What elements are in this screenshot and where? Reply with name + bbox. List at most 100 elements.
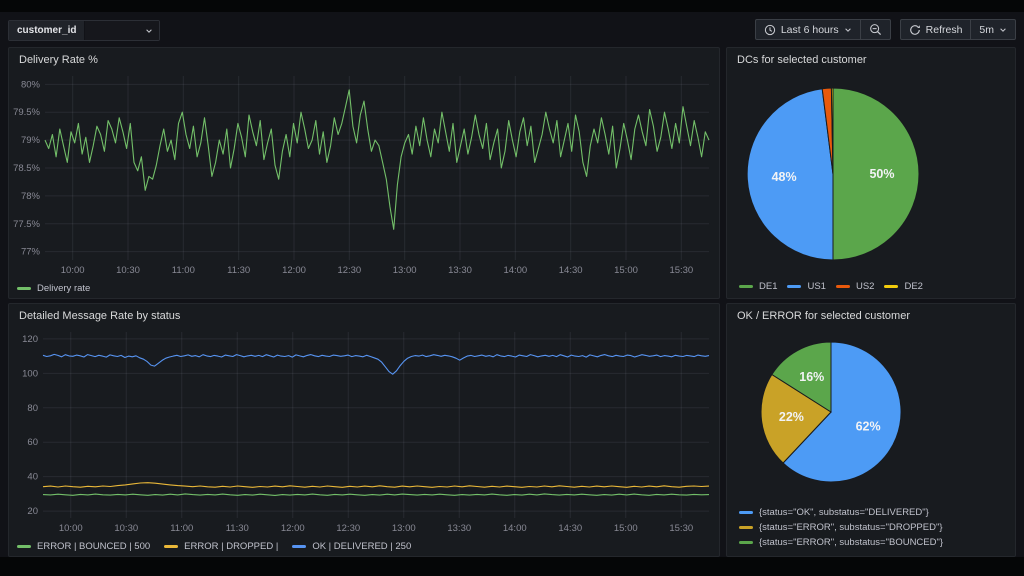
legend-label: US2	[856, 281, 874, 292]
chevron-down-icon	[145, 27, 153, 35]
magnifier-minus-icon	[869, 23, 882, 36]
series-swatch	[884, 285, 898, 288]
svg-text:13:00: 13:00	[393, 265, 417, 276]
svg-text:12:30: 12:30	[336, 523, 360, 534]
legend: DE1 US1 US2 DE2	[727, 274, 1015, 298]
svg-text:10:30: 10:30	[116, 265, 140, 276]
svg-text:14:30: 14:30	[559, 265, 583, 276]
series-swatch	[836, 285, 850, 288]
svg-text:20: 20	[27, 506, 38, 517]
legend-label: ERROR | BOUNCED | 500	[37, 541, 150, 552]
legend-item[interactable]: US2	[836, 281, 874, 292]
series-swatch	[739, 511, 753, 514]
series-swatch	[17, 545, 31, 548]
grafana-viewport: customer_id Last 6 hours	[0, 12, 1024, 557]
chevron-down-icon	[844, 26, 852, 34]
series-swatch	[164, 545, 178, 548]
refresh-button[interactable]: Refresh	[900, 19, 972, 40]
svg-text:12:00: 12:00	[282, 265, 306, 276]
svg-text:60: 60	[27, 437, 38, 448]
legend: Delivery rate	[9, 278, 719, 298]
refresh-label: Refresh	[926, 24, 963, 36]
svg-text:79%: 79%	[21, 135, 41, 146]
ok-error-pie-chart[interactable]: 62%22%16%	[727, 326, 1015, 507]
legend-item[interactable]: {status="ERROR", substatus="DROPPED"}	[739, 522, 1015, 533]
legend-label: {status="ERROR", substatus="DROPPED"}	[759, 522, 943, 533]
svg-text:13:00: 13:00	[392, 523, 416, 534]
panel-message-rate: Detailed Message Rate by status 20 40 60 80…	[8, 303, 720, 557]
svg-text:120: 120	[22, 334, 38, 345]
svg-text:15:30: 15:30	[669, 523, 693, 534]
legend-label: ERROR | DROPPED |	[184, 541, 278, 552]
chevron-down-icon	[999, 26, 1007, 34]
refresh-icon	[909, 24, 921, 36]
series-swatch	[17, 287, 31, 290]
svg-text:11:00: 11:00	[170, 523, 193, 534]
svg-text:50%: 50%	[869, 167, 894, 181]
legend-item[interactable]: {status="OK", substatus="DELIVERED"}	[739, 507, 1015, 518]
svg-text:11:30: 11:30	[226, 523, 249, 534]
svg-text:40: 40	[27, 472, 38, 483]
svg-text:13:30: 13:30	[447, 523, 471, 534]
legend-label: DE2	[904, 281, 922, 292]
template-variable-customer-id[interactable]: customer_id	[8, 20, 160, 41]
legend-item[interactable]: Delivery rate	[17, 283, 90, 294]
series-swatch	[292, 545, 306, 548]
svg-text:62%: 62%	[856, 420, 881, 434]
svg-text:15:00: 15:00	[614, 265, 638, 276]
refresh-interval-picker[interactable]: 5m	[970, 19, 1016, 40]
legend-item[interactable]: OK | DELIVERED | 250	[292, 541, 411, 552]
legend-label: DE1	[759, 281, 777, 292]
series-swatch	[739, 526, 753, 529]
svg-text:77%: 77%	[21, 247, 41, 258]
dashboard-toolbar: customer_id Last 6 hours	[0, 12, 1024, 46]
panel-title[interactable]: Delivery Rate %	[9, 48, 719, 70]
svg-text:10:30: 10:30	[114, 523, 138, 534]
svg-text:15:00: 15:00	[614, 523, 638, 534]
legend-label: {status="OK", substatus="DELIVERED"}	[759, 507, 929, 518]
panel-ok-error-pie: OK / ERROR for selected customer 62%22%1…	[726, 303, 1016, 557]
legend-item[interactable]: US1	[787, 281, 825, 292]
legend-label: US1	[807, 281, 825, 292]
series-swatch	[787, 285, 801, 288]
svg-text:14:00: 14:00	[503, 265, 527, 276]
legend-item[interactable]: {status="ERROR", substatus="BOUNCED"}	[739, 537, 1015, 548]
svg-text:11:00: 11:00	[172, 265, 195, 276]
svg-text:48%: 48%	[772, 170, 797, 184]
toolbar-right-controls: Last 6 hours Refresh	[755, 19, 1016, 40]
dcs-pie-chart[interactable]: 50% 48%	[727, 70, 1015, 274]
svg-text:80%: 80%	[21, 79, 41, 90]
legend-item[interactable]: DE1	[739, 281, 777, 292]
svg-text:79.5%: 79.5%	[13, 107, 40, 118]
svg-text:13:30: 13:30	[448, 265, 472, 276]
zoom-out-button[interactable]	[860, 19, 891, 40]
time-range-picker[interactable]: Last 6 hours	[755, 19, 861, 40]
svg-text:15:30: 15:30	[669, 265, 693, 276]
legend-label: Delivery rate	[37, 283, 90, 294]
svg-text:100: 100	[22, 368, 38, 379]
svg-text:12:30: 12:30	[337, 265, 361, 276]
svg-text:77.5%: 77.5%	[13, 219, 40, 230]
legend-label: OK | DELIVERED | 250	[312, 541, 411, 552]
panel-title[interactable]: DCs for selected customer	[727, 48, 1015, 70]
delivery-rate-chart[interactable]: 77%77.5%78%78.5%79%79.5%80%10:0010:3011:…	[9, 70, 719, 278]
time-range-label: Last 6 hours	[781, 24, 839, 36]
variable-label: customer_id	[9, 21, 85, 40]
panel-title[interactable]: OK / ERROR for selected customer	[727, 304, 1015, 326]
refresh-interval-value: 5m	[979, 24, 994, 36]
svg-text:80: 80	[27, 403, 38, 414]
svg-text:14:00: 14:00	[503, 523, 527, 534]
svg-text:16%: 16%	[799, 370, 824, 384]
svg-text:11:30: 11:30	[227, 265, 250, 276]
svg-text:10:00: 10:00	[61, 265, 85, 276]
legend-item[interactable]: DE2	[884, 281, 922, 292]
panel-title[interactable]: Detailed Message Rate by status	[9, 304, 719, 326]
svg-text:12:00: 12:00	[281, 523, 305, 534]
legend: ERROR | BOUNCED | 500 ERROR | DROPPED | …	[9, 536, 719, 556]
legend-item[interactable]: ERROR | DROPPED |	[164, 541, 278, 552]
legend-item[interactable]: ERROR | BOUNCED | 500	[17, 541, 150, 552]
customer-id-select[interactable]	[85, 21, 159, 40]
svg-text:78%: 78%	[21, 191, 41, 202]
svg-text:14:30: 14:30	[558, 523, 582, 534]
message-rate-chart[interactable]: 2040608010012010:0010:3011:0011:3012:001…	[9, 326, 719, 536]
